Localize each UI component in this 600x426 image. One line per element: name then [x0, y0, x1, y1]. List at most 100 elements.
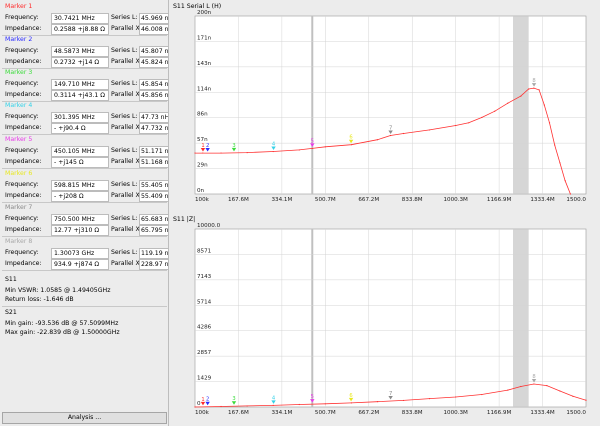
marker-label: 7 — [389, 126, 392, 132]
series-l-label: Series L: — [111, 80, 138, 87]
data-point — [298, 403, 300, 406]
frequency-value: 48.5873 MHz — [51, 46, 109, 57]
series-l-value: 45.807 nH — [139, 46, 169, 57]
x-tick-label: 100k — [195, 197, 210, 203]
marker-row-frequency: Frequency: 30.7421 MHzSeries L:45.969 nH — [5, 13, 169, 24]
parallel-x-label: Parallel X: — [111, 25, 139, 32]
marker-row-impedance: Impedance: - +j208 ΩParallel X:55.409 nH — [5, 191, 169, 202]
y-tick-label: 2857 — [197, 350, 212, 356]
x-tick-label: 334.1M — [271, 410, 292, 416]
x-tick-label: 167.6M — [228, 197, 249, 203]
series-l-value: 119.19 nH — [139, 248, 169, 259]
data-point — [428, 129, 431, 131]
parallel-x-label: Parallel X: — [111, 260, 139, 267]
data-point — [324, 403, 326, 405]
marker-label: 1 — [201, 397, 204, 403]
x-tick-label: 833.8M — [402, 410, 423, 416]
plot-area: S11 Serial L (H) 200n 171n 143n 114n 86n 57n 29… — [170, 0, 600, 426]
data-point — [546, 385, 548, 387]
marker-row-frequency: Frequency: 450.105 MHzSeries L:51.171 nH — [5, 146, 169, 157]
marker-panel: Marker 1 Frequency: 30.7421 MHz Series L: 45… — [0, 0, 169, 426]
parallel-x-label: Parallel X: — [111, 192, 139, 199]
series-l-value: 45.854 nH — [139, 79, 169, 90]
impedance-chart[interactable]: S11 |Z|10000.085717143571442862857142901… — [170, 213, 600, 426]
parallel-x-value: 47.732 nH — [139, 123, 169, 134]
parallel-x-label: Parallel X: — [111, 226, 139, 233]
marker-row-impedance: Impedance: 0.2588 +j8.88 Ω Parallel X: 46.0… — [5, 24, 169, 35]
y-tick-label: 200n — [197, 10, 212, 16]
data-point — [520, 385, 522, 388]
marker-title: Marker 3 — [5, 69, 33, 76]
marker-label: 2 — [206, 397, 209, 403]
data-point — [455, 396, 457, 398]
data-point — [402, 132, 405, 135]
marker-title: Marker 8 — [5, 238, 33, 245]
data-point — [389, 134, 392, 137]
marker-label: 1 — [201, 143, 204, 149]
frequency-label: Frequency: — [5, 249, 39, 256]
data-point — [376, 139, 379, 141]
parallel-x-value: 45.824 nH — [139, 57, 169, 68]
marker-row-impedance: Impedance: - +j145 ΩParallel X:51.168 nH — [5, 157, 169, 168]
data-point — [507, 102, 509, 104]
marker-row-frequency: Frequency: 149.710 MHzSeries L:45.854 nH — [5, 79, 169, 90]
impedance-label: Impedance: — [5, 91, 42, 98]
s21-min-gain: Min gain: -93.536 dB @ 57.5099MHz — [5, 320, 119, 327]
x-tick-label: 1166.9M — [487, 410, 512, 416]
marker-label: 6 — [349, 135, 352, 141]
parallel-x-label: Parallel X: — [111, 58, 139, 65]
y-tick-label: 5714 — [197, 299, 212, 305]
impedance-label: Impedance: — [5, 260, 42, 267]
x-tick-label: 500.7M — [315, 197, 336, 203]
y-tick-label: 29n — [197, 163, 208, 169]
frequency-value: 301.395 MHz — [51, 112, 109, 123]
y-tick-label: 86n — [197, 112, 208, 118]
data-point — [376, 401, 379, 403]
x-tick-label: 1500.0 — [566, 197, 586, 203]
marker-title: Marker 1 — [5, 3, 33, 10]
marker-label: 8 — [532, 374, 535, 380]
impedance-label: Impedance: — [5, 226, 42, 233]
data-point — [481, 116, 483, 119]
x-tick-label: 167.6M — [228, 410, 249, 416]
data-point — [246, 405, 248, 407]
data-point — [194, 152, 196, 154]
divider — [2, 306, 167, 307]
marker-title: Marker 6 — [5, 170, 33, 177]
frequency-value: 750.500 MHz — [51, 214, 109, 225]
impedance-label: Impedance: — [5, 158, 42, 165]
series-l-value: 65.683 nH — [139, 214, 169, 225]
series-l-value: 51.171 nH — [139, 146, 169, 157]
data-point — [455, 124, 457, 127]
analysis-button[interactable]: Analysis ... — [2, 412, 167, 424]
marker-row-frequency: Frequency: 750.500 MHzSeries L:65.683 nH — [5, 214, 169, 225]
frequency-value: 598.815 MHz — [51, 180, 109, 191]
frequency-label: Frequency: — [5, 215, 39, 222]
s11-section-title: S11 — [5, 276, 17, 283]
s11-min-vswr: Min VSWR: 1.0585 @ 1.49405GHz — [5, 287, 111, 294]
frequency-value: 149.710 MHz — [51, 79, 109, 90]
serial-l-chart[interactable]: S11 Serial L (H)200n171n143n114n86n57n29… — [170, 0, 600, 213]
divider — [2, 134, 167, 135]
frequency-value: 450.105 MHz — [51, 146, 109, 157]
marker-row-impedance: Impedance: 0.3114 +j43.1 Ω Parallel X: 45.8… — [5, 90, 169, 101]
frequency-label: Frequency: — [5, 113, 39, 120]
marker-label: 3 — [232, 143, 235, 149]
marker-title: Marker 7 — [5, 204, 33, 211]
s21-section-title: S21 — [5, 309, 17, 316]
marker-row-impedance: Impedance: 12.77 +j310 Ω Parallel X: 65.795… — [5, 225, 169, 236]
data-point — [272, 150, 274, 153]
impedance-label: Impedance: — [5, 25, 42, 32]
series-l-label: Series L: — [111, 113, 138, 120]
data-point — [548, 122, 551, 124]
impedance-value: 934.9 +j874 Ω — [51, 259, 109, 270]
data-point — [494, 110, 496, 112]
data-point — [298, 149, 300, 151]
data-point — [272, 404, 274, 406]
series-l-value: 45.969 nH — [139, 13, 169, 24]
frequency-label: Frequency: — [5, 181, 39, 188]
data-point — [202, 152, 204, 154]
y-tick-label: 1429 — [197, 376, 212, 382]
x-tick-label: 833.8M — [402, 197, 423, 203]
x-tick-label: 1500.0 — [566, 410, 586, 416]
